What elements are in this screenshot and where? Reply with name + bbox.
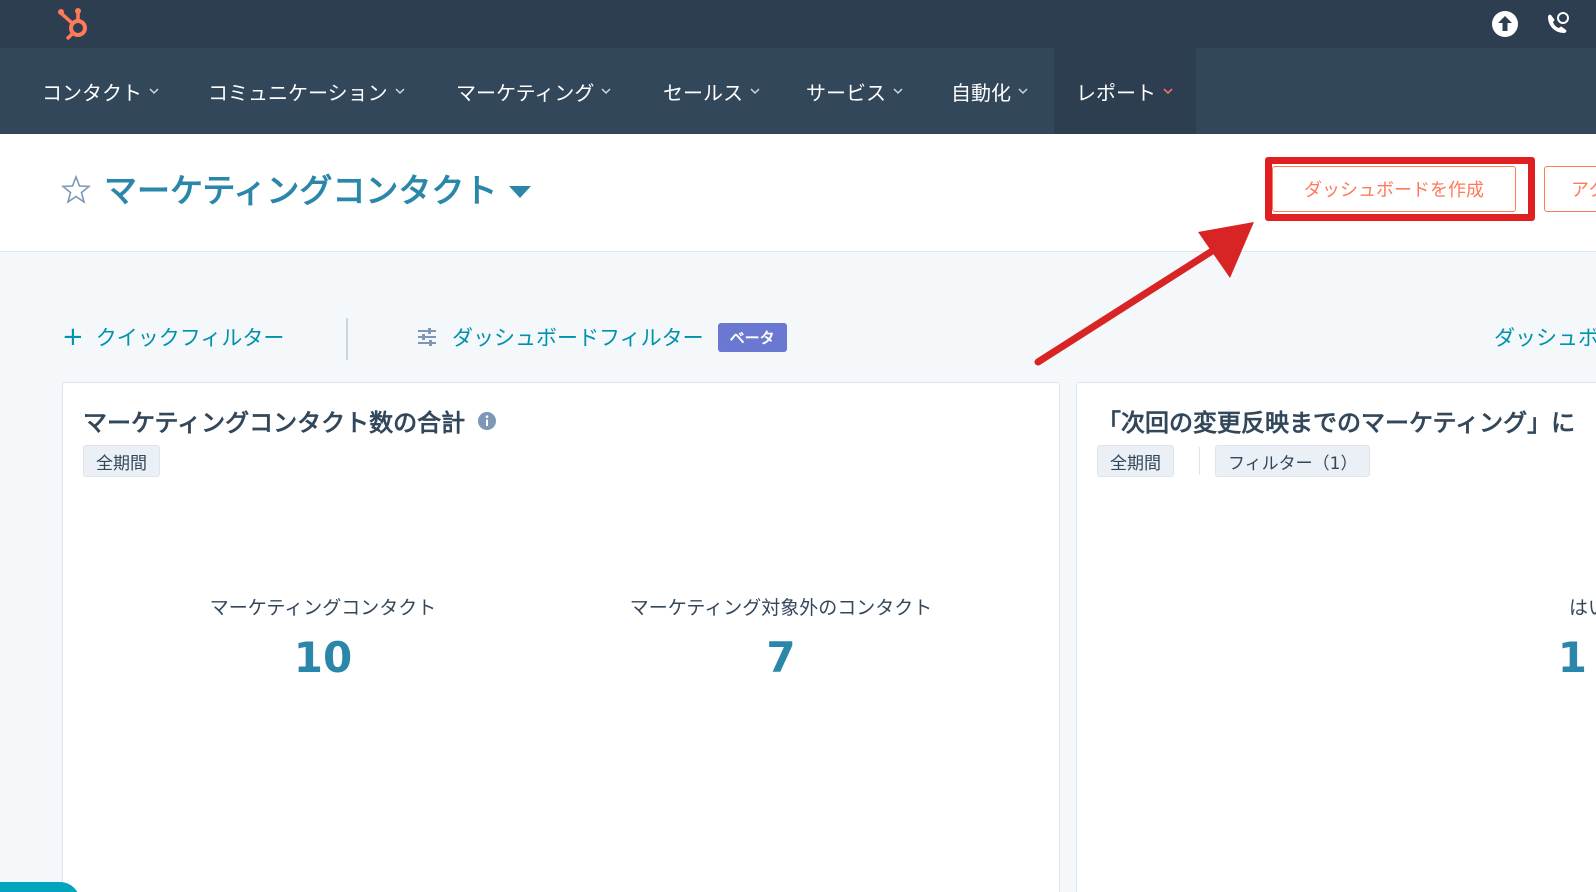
- create-dashboard-button[interactable]: ダッシュボードを作成: [1272, 166, 1516, 212]
- date-range-tag[interactable]: 全期間: [1097, 445, 1174, 477]
- tag-divider: [1199, 447, 1200, 475]
- card-title[interactable]: マーケティングコンタクト数の合計: [83, 403, 497, 438]
- kpi-value[interactable]: 7: [611, 633, 951, 682]
- top-bar: [0, 0, 1596, 48]
- date-range-tag[interactable]: 全期間: [83, 445, 160, 477]
- nav-reports-label: レポート: [1076, 80, 1156, 105]
- nav-service-label: サービス: [806, 80, 886, 105]
- report-card-next-update-marketing: 「次回の変更反映までのマーケティング」に 全期間 フィルター（1） はい 1: [1076, 382, 1596, 892]
- sliders-icon: [418, 328, 436, 346]
- nav-contacts[interactable]: コンタクト: [42, 48, 160, 134]
- chat-widget-bubble[interactable]: [0, 882, 80, 892]
- plus-icon: +: [62, 322, 84, 352]
- chevron-down-icon: [601, 88, 611, 95]
- chevron-down-icon: [1018, 88, 1028, 95]
- kpi-value[interactable]: 1: [1487, 633, 1587, 682]
- filter-count-tag[interactable]: フィルター（1）: [1215, 445, 1371, 477]
- page-title[interactable]: マーケティングコンタクト: [104, 164, 497, 212]
- nav-conversations[interactable]: コミュニケーション: [208, 48, 406, 134]
- card-title-text: マーケティングコンタクト数の合計: [83, 409, 466, 437]
- nav-automation[interactable]: 自動化: [951, 48, 1029, 134]
- nav-sales[interactable]: セールス: [663, 48, 761, 134]
- dashboard-header: マーケティングコンタクト ダッシュボードを作成 アク: [0, 134, 1596, 252]
- quick-filter-label: クイックフィルター: [95, 326, 285, 350]
- dashboard-filter-label: ダッシュボードフィルター: [452, 326, 704, 350]
- actions-button[interactable]: アク: [1544, 166, 1596, 212]
- nav-marketing[interactable]: マーケティング: [456, 48, 612, 134]
- beta-badge: ベータ: [717, 322, 787, 352]
- nav-contacts-label: コンタクト: [42, 80, 142, 105]
- card-title[interactable]: 「次回の変更反映までのマーケティング」に: [1097, 403, 1575, 438]
- kpi-label: マーケティング対象外のコンタクト: [629, 597, 933, 619]
- favorite-star-icon[interactable]: [60, 174, 92, 206]
- chevron-down-icon: [893, 88, 903, 95]
- info-icon[interactable]: [477, 411, 497, 431]
- nav-reports[interactable]: レポート: [1054, 48, 1196, 134]
- main-nav: コンタクト コミュニケーション マーケティング セールス サービス 自動化 レポ…: [0, 48, 1596, 134]
- quick-filter-link[interactable]: + クイックフィルター: [62, 322, 284, 352]
- chevron-down-icon: [750, 88, 760, 95]
- filter-divider: [346, 318, 348, 360]
- dashboard-filter-link[interactable]: ダッシュボードフィルター ベータ: [416, 322, 787, 352]
- annotation-arrow: [1034, 222, 1254, 366]
- hubspot-logo-icon[interactable]: [54, 4, 94, 44]
- upgrade-icon[interactable]: [1490, 9, 1520, 39]
- calling-icon[interactable]: [1542, 9, 1572, 39]
- kpi-label: マーケティングコンタクト: [209, 597, 437, 619]
- chevron-down-icon: [149, 88, 159, 95]
- kpi-value[interactable]: 10: [203, 633, 443, 682]
- nav-sales-label: セールス: [663, 80, 743, 105]
- nav-conversations-label: コミュニケーション: [208, 80, 388, 105]
- nav-service[interactable]: サービス: [806, 48, 904, 134]
- dashboard-link-right[interactable]: ダッシュボ: [1494, 322, 1596, 352]
- caret-down-icon[interactable]: [507, 184, 533, 200]
- chevron-down-icon: [395, 88, 405, 95]
- nav-automation-label: 自動化: [951, 80, 1011, 105]
- chevron-down-icon: [1163, 88, 1173, 95]
- kpi-label: はい: [1568, 597, 1596, 619]
- nav-marketing-label: マーケティング: [456, 80, 595, 105]
- report-card-total-marketing-contacts: マーケティングコンタクト数の合計 全期間 マーケティングコンタクト 10 マーケ…: [62, 382, 1060, 892]
